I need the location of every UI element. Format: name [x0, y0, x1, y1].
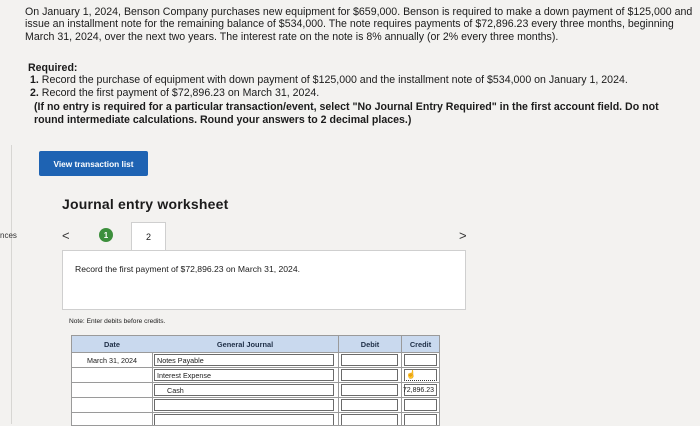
debit-cell — [339, 353, 402, 368]
required-item-1-text: Record the purchase of equipment with do… — [41, 74, 628, 86]
date-cell[interactable] — [72, 368, 153, 383]
entry-description-box: Record the first payment of $72,896.23 o… — [62, 250, 466, 310]
header-credit: Credit — [402, 336, 439, 352]
credit-input[interactable] — [404, 354, 437, 366]
credit-cell — [402, 413, 439, 425]
required-item-2: 2. Record the first payment of $72,896.2… — [30, 87, 319, 99]
debit-cell — [339, 368, 402, 383]
side-tab-fragment[interactable]: nces — [0, 231, 17, 240]
journal-table: Date General Journal Debit Credit March … — [71, 335, 440, 426]
debit-input[interactable] — [341, 399, 398, 411]
credit-cell: ☝ — [402, 368, 439, 383]
table-row: March 31, 2024 Notes Payable — [72, 352, 439, 368]
view-transaction-list-button[interactable]: View transaction list — [39, 151, 148, 176]
table-row — [72, 397, 439, 413]
date-cell[interactable] — [72, 413, 153, 425]
required-item-1-number: 1. — [30, 74, 39, 86]
header-general-journal: General Journal — [152, 336, 339, 352]
credit-input[interactable] — [404, 399, 437, 411]
account-select[interactable]: Notes Payable — [154, 354, 334, 366]
account-cell — [152, 398, 339, 413]
left-divider — [11, 145, 12, 424]
account-cell: Interest Expense — [152, 368, 339, 383]
entry-description: Record the first payment of $72,896.23 o… — [75, 264, 301, 274]
date-cell[interactable]: March 31, 2024 — [72, 353, 153, 368]
pointer-cursor-icon: ☝ — [406, 370, 416, 379]
debit-input[interactable] — [341, 384, 398, 396]
account-cell: Notes Payable — [152, 353, 339, 368]
debit-cell — [339, 383, 402, 398]
account-cell: Cash — [152, 383, 339, 398]
worksheet-title: Journal entry worksheet — [62, 196, 229, 212]
next-entry-arrow-icon[interactable]: > — [459, 228, 467, 243]
debits-note: Note: Enter debits before credits. — [69, 318, 166, 325]
debit-input[interactable] — [341, 414, 398, 425]
step-1-tab[interactable]: 1 — [99, 228, 113, 242]
debit-cell — [339, 413, 402, 425]
debit-cell — [339, 398, 402, 413]
credit-cell — [402, 353, 439, 368]
required-item-2-text: Record the first payment of $72,896.23 o… — [41, 87, 320, 99]
account-select[interactable]: Cash — [154, 384, 334, 396]
header-date: Date — [72, 336, 153, 352]
debit-input[interactable] — [341, 354, 398, 366]
account-select[interactable] — [154, 399, 334, 411]
credit-input[interactable]: 72,896.23 — [403, 384, 437, 396]
account-cell — [152, 413, 339, 425]
account-select[interactable] — [154, 414, 334, 425]
step-2-tab[interactable]: 2 — [131, 222, 166, 251]
debit-input[interactable] — [341, 369, 398, 381]
credit-cell — [402, 398, 439, 413]
prev-entry-arrow-icon[interactable]: < — [62, 228, 70, 243]
date-cell[interactable] — [72, 383, 153, 398]
instructions: (If no entry is required for a particula… — [34, 101, 659, 126]
required-item-2-number: 2. — [30, 87, 39, 99]
table-row: Interest Expense ☝ — [72, 367, 439, 383]
required-item-1: 1. Record the purchase of equipment with… — [30, 74, 628, 86]
required-heading: Required: — [28, 62, 78, 74]
credit-cell: 72,896.23 — [402, 383, 439, 398]
date-cell[interactable] — [72, 398, 153, 413]
problem-statement: On January 1, 2024, Benson Company purch… — [25, 6, 693, 43]
table-row: Cash 72,896.23 — [72, 382, 439, 398]
header-debit: Debit — [339, 336, 402, 352]
account-select[interactable]: Interest Expense — [154, 369, 334, 381]
credit-input[interactable] — [404, 414, 437, 425]
